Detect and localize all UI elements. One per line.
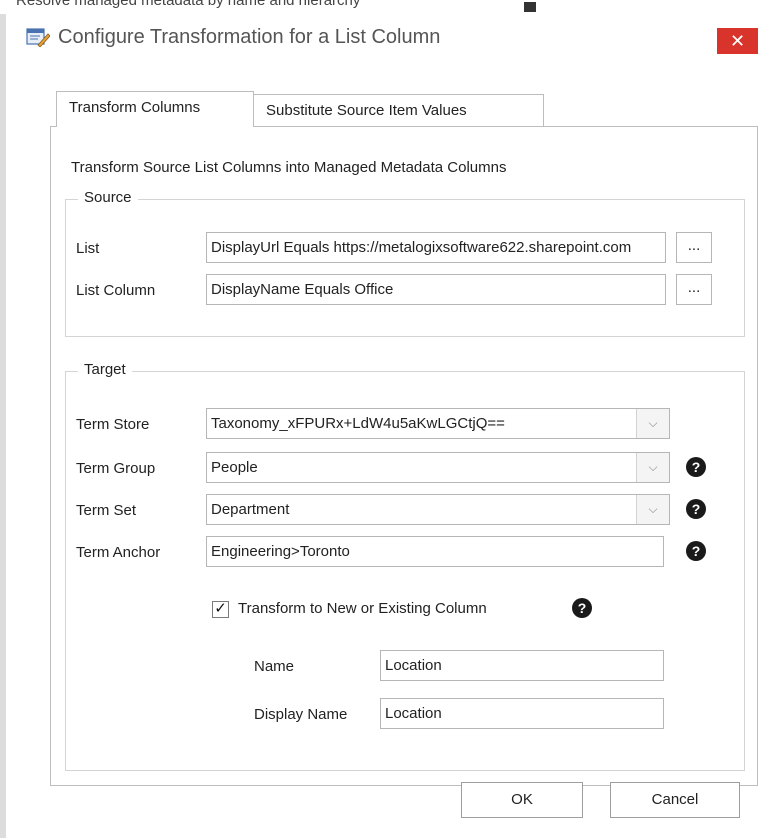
term-group-label: Term Group <box>76 460 156 477</box>
term-set-label: Term Set <box>76 502 137 519</box>
term-anchor-label: Term Anchor <box>76 544 161 561</box>
background-window-strip: Resolve managed metadata by name and hie… <box>0 0 758 14</box>
term-group-help-icon[interactable]: ? <box>686 457 706 477</box>
term-store-select[interactable]: Taxonomy_xFPURx+LdW4u5aKwLGCtjQ== ⌵ <box>206 408 670 439</box>
dialog-title: Configure Transformation for a List Colu… <box>58 26 441 48</box>
term-group-value: People <box>211 459 258 476</box>
source-group-title: Source <box>78 189 138 206</box>
cancel-button[interactable]: Cancel <box>610 782 740 818</box>
tab-transform-columns-label: Transform Columns <box>69 99 201 116</box>
transform-column-checkbox[interactable]: ✓ <box>212 601 229 618</box>
target-group: Target Term Store Taxonomy_xFPURx+LdW4u5… <box>65 361 745 771</box>
list-column-label: List Column <box>76 282 156 299</box>
term-set-help-icon[interactable]: ? <box>686 499 706 519</box>
tab-panel: Transform Source List Columns into Manag… <box>50 126 758 786</box>
tab-description: Transform Source List Columns into Manag… <box>71 159 507 176</box>
term-store-value: Taxonomy_xFPURx+LdW4u5aKwLGCtjQ== <box>211 415 505 432</box>
term-set-value: Department <box>211 501 290 518</box>
tab-transform-columns[interactable]: Transform Columns <box>56 91 254 127</box>
name-label: Name <box>254 658 295 675</box>
tab-substitute-label: Substitute Source Item Values <box>266 102 467 119</box>
term-anchor-field[interactable]: Engineering>Toronto <box>206 536 664 567</box>
transformation-dialog: Configure Transformation for a List Colu… <box>0 14 758 838</box>
transform-column-help-icon[interactable]: ? <box>572 598 592 618</box>
chevron-down-icon[interactable]: ⌵ <box>636 409 669 438</box>
list-field[interactable]: DisplayUrl Equals https://metalogixsoftw… <box>206 232 666 263</box>
transform-column-label[interactable]: Transform to New or Existing Column <box>238 600 487 617</box>
term-store-label: Term Store <box>76 416 150 433</box>
background-window-text: Resolve managed metadata by name and hie… <box>16 0 361 9</box>
display-name-field[interactable]: Location <box>380 698 664 729</box>
list-label: List <box>76 240 100 257</box>
display-name-label: Display Name <box>254 706 348 723</box>
close-icon: ✕ <box>729 31 746 51</box>
list-column-field[interactable]: DisplayName Equals Office <box>206 274 666 305</box>
close-button[interactable]: ✕ <box>717 28 758 54</box>
term-set-select[interactable]: Department ⌵ <box>206 494 670 525</box>
background-window-icon <box>524 2 536 12</box>
term-anchor-help-icon[interactable]: ? <box>686 541 706 561</box>
title-bar: Configure Transformation for a List Colu… <box>6 14 758 54</box>
list-browse-button[interactable]: ... <box>676 232 712 263</box>
chevron-down-icon[interactable]: ⌵ <box>636 495 669 524</box>
term-group-select[interactable]: People ⌵ <box>206 452 670 483</box>
target-group-title: Target <box>78 361 132 378</box>
edit-list-icon <box>26 28 50 47</box>
ok-button[interactable]: OK <box>461 782 583 818</box>
name-field[interactable]: Location <box>380 650 664 681</box>
chevron-down-icon[interactable]: ⌵ <box>636 453 669 482</box>
list-column-browse-button[interactable]: ... <box>676 274 712 305</box>
source-group: Source List DisplayUrl Equals https://me… <box>65 189 745 337</box>
tab-substitute-source-item-values[interactable]: Substitute Source Item Values <box>254 94 544 128</box>
